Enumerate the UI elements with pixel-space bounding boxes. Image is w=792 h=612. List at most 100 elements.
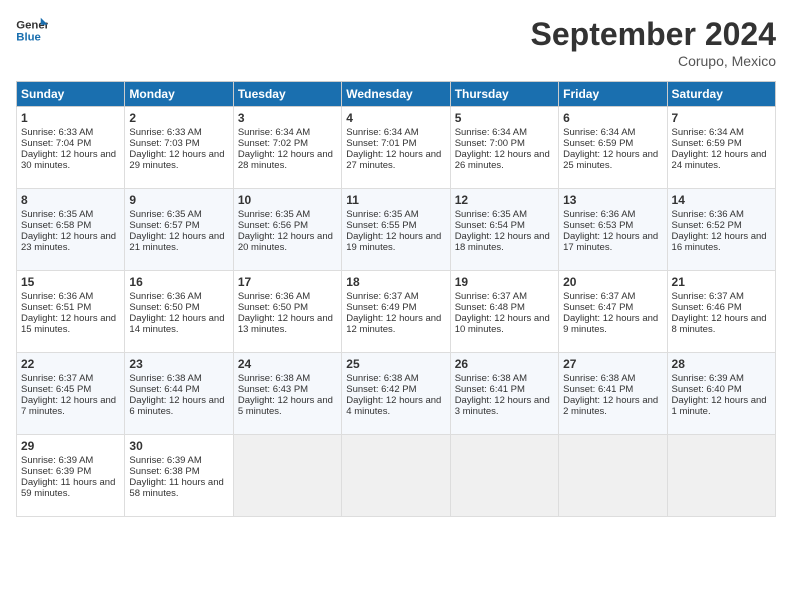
day-number: 29 xyxy=(21,439,120,453)
header-row: Sunday Monday Tuesday Wednesday Thursday… xyxy=(17,82,776,107)
day-number: 2 xyxy=(129,111,228,125)
table-row: 7Sunrise: 6:34 AMSunset: 6:59 PMDaylight… xyxy=(667,107,775,189)
calendar-week-row: 1Sunrise: 6:33 AMSunset: 7:04 PMDaylight… xyxy=(17,107,776,189)
sunrise-label: Sunrise: 6:34 AM xyxy=(238,127,310,138)
sunset-label: Sunset: 6:46 PM xyxy=(672,302,742,313)
table-row: 9Sunrise: 6:35 AMSunset: 6:57 PMDaylight… xyxy=(125,189,233,271)
sunrise-label: Sunrise: 6:35 AM xyxy=(129,209,201,220)
day-number: 21 xyxy=(672,275,771,289)
day-number: 14 xyxy=(672,193,771,207)
daylight-label: Daylight: 12 hours and 8 minutes. xyxy=(672,313,767,335)
day-number: 18 xyxy=(346,275,445,289)
sunrise-label: Sunrise: 6:39 AM xyxy=(672,373,744,384)
sunrise-label: Sunrise: 6:35 AM xyxy=(455,209,527,220)
table-row: 11Sunrise: 6:35 AMSunset: 6:55 PMDayligh… xyxy=(342,189,450,271)
daylight-label: Daylight: 12 hours and 10 minutes. xyxy=(455,313,550,335)
sunset-label: Sunset: 6:43 PM xyxy=(238,384,308,395)
sunset-label: Sunset: 7:03 PM xyxy=(129,138,199,149)
daylight-label: Daylight: 12 hours and 17 minutes. xyxy=(563,231,658,253)
col-thursday: Thursday xyxy=(450,82,558,107)
daylight-label: Daylight: 12 hours and 30 minutes. xyxy=(21,149,116,171)
sunrise-label: Sunrise: 6:36 AM xyxy=(563,209,635,220)
day-number: 27 xyxy=(563,357,662,371)
day-number: 16 xyxy=(129,275,228,289)
sunrise-label: Sunrise: 6:38 AM xyxy=(346,373,418,384)
daylight-label: Daylight: 12 hours and 21 minutes. xyxy=(129,231,224,253)
sunrise-label: Sunrise: 6:34 AM xyxy=(346,127,418,138)
col-monday: Monday xyxy=(125,82,233,107)
sunset-label: Sunset: 6:45 PM xyxy=(21,384,91,395)
sunset-label: Sunset: 6:50 PM xyxy=(238,302,308,313)
sunset-label: Sunset: 6:56 PM xyxy=(238,220,308,231)
daylight-label: Daylight: 12 hours and 1 minute. xyxy=(672,395,767,417)
table-row xyxy=(559,435,667,517)
sunrise-label: Sunrise: 6:37 AM xyxy=(455,291,527,302)
table-row: 14Sunrise: 6:36 AMSunset: 6:52 PMDayligh… xyxy=(667,189,775,271)
sunrise-label: Sunrise: 6:34 AM xyxy=(563,127,635,138)
daylight-label: Daylight: 12 hours and 5 minutes. xyxy=(238,395,333,417)
table-row: 27Sunrise: 6:38 AMSunset: 6:41 PMDayligh… xyxy=(559,353,667,435)
table-row: 25Sunrise: 6:38 AMSunset: 6:42 PMDayligh… xyxy=(342,353,450,435)
sunrise-label: Sunrise: 6:39 AM xyxy=(129,455,201,466)
table-row: 19Sunrise: 6:37 AMSunset: 6:48 PMDayligh… xyxy=(450,271,558,353)
calendar-week-row: 15Sunrise: 6:36 AMSunset: 6:51 PMDayligh… xyxy=(17,271,776,353)
month-title: September 2024 xyxy=(531,16,776,53)
sunset-label: Sunset: 6:50 PM xyxy=(129,302,199,313)
sunrise-label: Sunrise: 6:39 AM xyxy=(21,455,93,466)
sunset-label: Sunset: 6:38 PM xyxy=(129,466,199,477)
sunset-label: Sunset: 6:40 PM xyxy=(672,384,742,395)
sunrise-label: Sunrise: 6:36 AM xyxy=(238,291,310,302)
day-number: 28 xyxy=(672,357,771,371)
table-row: 2Sunrise: 6:33 AMSunset: 7:03 PMDaylight… xyxy=(125,107,233,189)
calendar-week-row: 22Sunrise: 6:37 AMSunset: 6:45 PMDayligh… xyxy=(17,353,776,435)
day-number: 8 xyxy=(21,193,120,207)
sunrise-label: Sunrise: 6:37 AM xyxy=(346,291,418,302)
daylight-label: Daylight: 12 hours and 25 minutes. xyxy=(563,149,658,171)
day-number: 17 xyxy=(238,275,337,289)
col-tuesday: Tuesday xyxy=(233,82,341,107)
table-row: 18Sunrise: 6:37 AMSunset: 6:49 PMDayligh… xyxy=(342,271,450,353)
table-row: 17Sunrise: 6:36 AMSunset: 6:50 PMDayligh… xyxy=(233,271,341,353)
day-number: 1 xyxy=(21,111,120,125)
day-number: 15 xyxy=(21,275,120,289)
table-row: 15Sunrise: 6:36 AMSunset: 6:51 PMDayligh… xyxy=(17,271,125,353)
day-number: 30 xyxy=(129,439,228,453)
table-row: 1Sunrise: 6:33 AMSunset: 7:04 PMDaylight… xyxy=(17,107,125,189)
table-row: 22Sunrise: 6:37 AMSunset: 6:45 PMDayligh… xyxy=(17,353,125,435)
main-container: General Blue September 2024 Corupo, Mexi… xyxy=(0,0,792,525)
day-number: 3 xyxy=(238,111,337,125)
sunrise-label: Sunrise: 6:33 AM xyxy=(21,127,93,138)
table-row: 30 Sunrise: 6:39 AMSunset: 6:38 PMDayligh… xyxy=(125,435,233,517)
table-row: 10Sunrise: 6:35 AMSunset: 6:56 PMDayligh… xyxy=(233,189,341,271)
sunset-label: Sunset: 6:55 PM xyxy=(346,220,416,231)
location-subtitle: Corupo, Mexico xyxy=(531,53,776,69)
sunset-label: Sunset: 6:59 PM xyxy=(672,138,742,149)
sunset-label: Sunset: 6:59 PM xyxy=(563,138,633,149)
table-row: 3Sunrise: 6:34 AMSunset: 7:02 PMDaylight… xyxy=(233,107,341,189)
day-number: 24 xyxy=(238,357,337,371)
day-number: 6 xyxy=(563,111,662,125)
logo-icon: General Blue xyxy=(16,16,48,44)
table-row: 28 Sunrise: 6:39 AMSunset: 6:40 PMDayligh… xyxy=(667,353,775,435)
col-saturday: Saturday xyxy=(667,82,775,107)
sunset-label: Sunset: 6:51 PM xyxy=(21,302,91,313)
sunset-label: Sunset: 6:42 PM xyxy=(346,384,416,395)
daylight-label: Daylight: 12 hours and 14 minutes. xyxy=(129,313,224,335)
calendar-week-row: 29Sunrise: 6:39 AMSunset: 6:39 PMDayligh… xyxy=(17,435,776,517)
header: General Blue September 2024 Corupo, Mexi… xyxy=(16,16,776,69)
daylight-label: Daylight: 11 hours and 58 minutes. xyxy=(129,477,223,499)
daylight-label: Daylight: 12 hours and 12 minutes. xyxy=(346,313,441,335)
daylight-label: Daylight: 12 hours and 2 minutes. xyxy=(563,395,658,417)
sunrise-label: Sunrise: 6:35 AM xyxy=(346,209,418,220)
sunset-label: Sunset: 6:48 PM xyxy=(455,302,525,313)
sunset-label: Sunset: 7:01 PM xyxy=(346,138,416,149)
sunset-label: Sunset: 6:57 PM xyxy=(129,220,199,231)
sunrise-label: Sunrise: 6:36 AM xyxy=(21,291,93,302)
col-friday: Friday xyxy=(559,82,667,107)
sunrise-label: Sunrise: 6:38 AM xyxy=(129,373,201,384)
daylight-label: Daylight: 12 hours and 18 minutes. xyxy=(455,231,550,253)
day-number: 20 xyxy=(563,275,662,289)
table-row xyxy=(667,435,775,517)
table-row xyxy=(342,435,450,517)
daylight-label: Daylight: 12 hours and 4 minutes. xyxy=(346,395,441,417)
